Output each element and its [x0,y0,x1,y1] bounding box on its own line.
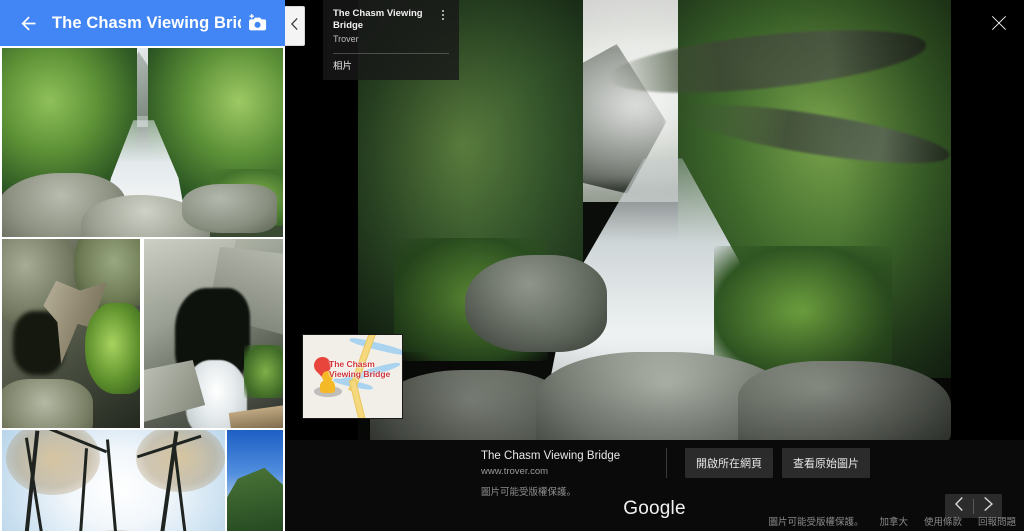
attribution-row: The Chasm Viewing Bridge www.trover.com … [481,448,879,478]
place-photo-thumb[interactable] [2,430,225,531]
photo-decor [2,378,94,428]
place-photo-thumb[interactable] [227,430,283,531]
footer-links: 圖片可能受版權保護。 加拿大 使用條款 回報問題 [768,514,1016,528]
photo-decor [181,184,278,234]
info-card-title: The Chasm Viewing Bridge [333,8,423,31]
add-camera-icon[interactable] [241,6,275,40]
attribution-bar: The Chasm Viewing Bridge www.trover.com … [285,440,1024,531]
footer-terms[interactable]: 使用條款 [924,514,962,528]
place-header: The Chasm Viewing Bridge [0,0,285,46]
place-photo-grid [0,46,285,531]
kebab-dot [442,14,444,16]
attribution-texts: The Chasm Viewing Bridge www.trover.com [481,449,656,478]
place-photo-thumb[interactable] [144,239,283,428]
map-river [349,336,402,357]
panel-collapse-tab[interactable] [285,6,305,46]
map-place-label: The Chasm Viewing Bridge [329,359,391,379]
info-card-photos-link[interactable]: 相片 [333,60,449,73]
attribution-title: The Chasm Viewing Bridge [481,449,621,462]
maps-place-panel: The Chasm Viewing Bridge [0,0,285,531]
image-lightbox: The Chasm Viewing Bridge Trover 相片 The C… [285,0,1024,531]
location-map-thumbnail[interactable]: The Chasm Viewing Bridge [302,334,403,419]
photo-viewer-app: The Chasm Viewing Bridge [0,0,1024,531]
pegman-body [320,380,335,393]
divider [666,448,667,478]
divider [333,53,449,54]
chevron-left-icon [954,496,964,516]
chevron-right-icon [983,496,993,516]
chevron-left-icon [290,17,299,35]
footer-copyright: 圖片可能受版權保護。 [768,517,864,528]
open-source-page-button[interactable]: 開啟所在網頁 [685,448,773,478]
more-vert-icon[interactable] [437,8,449,20]
place-photo-thumb[interactable] [2,239,140,428]
photo-info-card: The Chasm Viewing Bridge Trover 相片 [323,0,459,80]
footer-region[interactable]: 加拿大 [879,514,908,528]
place-photo-thumb[interactable] [2,48,283,237]
footer-report[interactable]: 回報問題 [978,514,1016,528]
photo-decor [84,303,140,394]
attribution-url[interactable]: www.trover.com [481,465,656,478]
page-title: The Chasm Viewing Bridge [52,13,241,32]
close-icon[interactable] [984,8,1014,38]
view-original-image-button[interactable]: 查看原始圖片 [782,448,870,478]
back-arrow-icon[interactable] [10,5,46,41]
kebab-dot [442,10,444,12]
lightbox-stage: The Chasm Viewing Bridge Trover 相片 The C… [285,0,1024,440]
photo-decor [244,344,283,398]
info-card-subtitle: Trover [333,34,359,44]
kebab-dot [442,18,444,20]
copyright-note: 圖片可能受版權保護。 [481,487,577,498]
